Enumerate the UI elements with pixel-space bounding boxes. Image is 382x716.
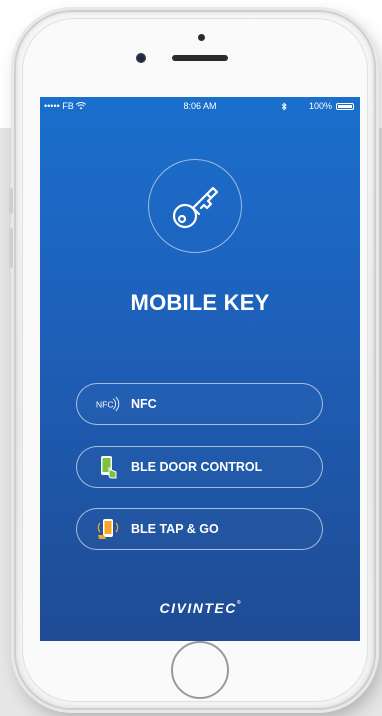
app-title: MOBILE KEY: [130, 290, 270, 315]
nfc-icon: NFC: [95, 391, 121, 417]
front-camera: [136, 53, 146, 63]
ble-door-control-button[interactable]: BLE DOOR CONTROL: [76, 446, 323, 488]
app-screen: ••••• FB 8:06 AM 100% MOBILE KEY NFC NFC…: [40, 97, 360, 641]
registered-mark: ®: [236, 600, 241, 606]
key-logo: [148, 159, 242, 253]
status-right: 100%: [281, 97, 354, 115]
status-bar: ••••• FB 8:06 AM 100%: [40, 97, 360, 115]
ble-tap-go-button[interactable]: BLE TAP & GO: [76, 508, 323, 550]
svg-text:NFC: NFC: [96, 399, 114, 409]
earpiece-speaker: [172, 55, 228, 61]
ble-door-control-label: BLE DOOR CONTROL: [131, 460, 263, 474]
nfc-button[interactable]: NFC NFC: [76, 383, 323, 425]
volume-up-button: [9, 228, 13, 268]
home-button[interactable]: [171, 641, 229, 699]
nfc-button-label: NFC: [131, 397, 157, 411]
battery-percent: 100%: [308, 101, 332, 111]
phone-touch-icon: [95, 454, 121, 480]
phone-tap-icon: [95, 516, 121, 542]
mute-switch: [9, 188, 13, 214]
brand-name: CIVINTEC: [159, 600, 237, 616]
bluetooth-icon: [281, 101, 287, 111]
brand-logo: CIVINTEC®: [40, 600, 360, 616]
ble-tap-go-label: BLE TAP & GO: [131, 522, 219, 536]
battery-fill: [338, 104, 352, 108]
key-icon: [172, 186, 219, 229]
battery-icon: [336, 102, 354, 110]
proximity-sensor: [198, 34, 205, 41]
